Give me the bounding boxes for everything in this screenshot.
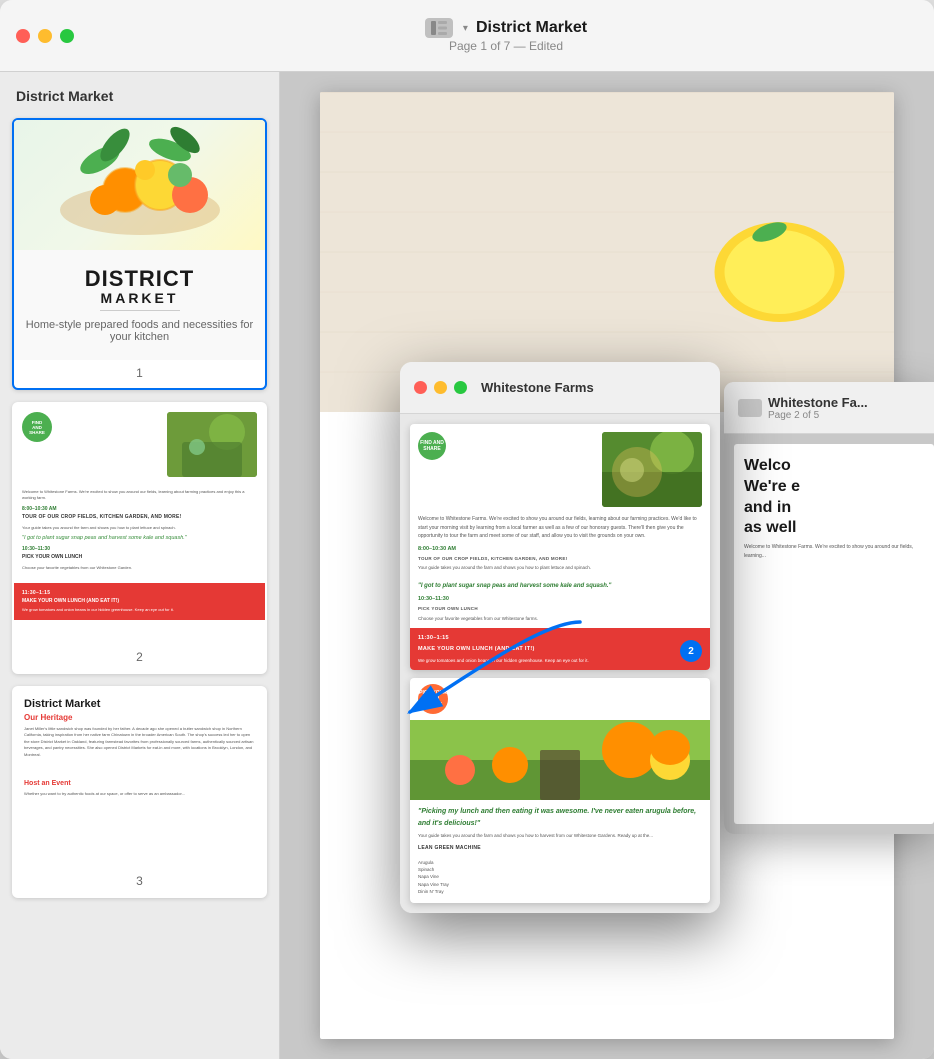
float-green-circle-icon: FIND AND SHARE [418, 432, 446, 460]
float-quote: "I got to plant sugar snap peas and harv… [410, 582, 710, 590]
page-number-3: 3 [14, 868, 265, 896]
page-number-1: 1 [14, 360, 265, 388]
sidebar-toggle-button[interactable] [425, 18, 453, 38]
floating-whitestone-window: Whitestone Farms FIND AND SHARE [400, 362, 720, 913]
floating-minimize-button[interactable] [434, 381, 447, 394]
welcome-text: WelcoWe're eand inas well [744, 456, 924, 539]
floating-close-button[interactable] [414, 381, 427, 394]
chevron-down-icon: ▾ [463, 23, 468, 34]
floating-window-title: Whitestone Farms [481, 380, 594, 395]
float-red-text: We grow tomatoes and onion beans in our … [418, 657, 702, 665]
time-label-1: TOUR OF OUR CROP FIELDS, KITCHEN GARDEN,… [22, 513, 257, 521]
float-section-2: PICK YOUR OWN LUNCH [418, 605, 702, 613]
page3-subtitle: Our Heritage [24, 713, 255, 722]
page-number-2: 2 [14, 644, 265, 672]
time-slot-1: 8:00–10:30 AM [22, 506, 257, 512]
secondary-page-content: WelcoWe're eand inas well Welcome to Whi… [734, 444, 934, 572]
secondary-title-group: Whitestone Fa... Page 2 of 5 [768, 395, 868, 421]
page-thumbnail-1[interactable]: DISTRICT MARKET Home-style prepared food… [12, 118, 267, 390]
green-circle-icon: FIND AND SHARE [22, 412, 52, 442]
window-subtitle: Page 1 of 7 — Edited [449, 39, 563, 53]
sidebar: District Market [0, 72, 280, 1059]
float-doc2-text: "Picking my lunch and then eating it was… [410, 800, 710, 845]
floating-title-bar: Whitestone Farms [400, 362, 720, 414]
window-title: District Market [476, 19, 587, 37]
market-label: MARKET [101, 291, 179, 306]
svg-text:SHARE: SHARE [29, 430, 45, 435]
float-lean-green: Lean Green Machine [410, 845, 710, 859]
thumbnail-image-3: District Market Our Heritage Janet Mille… [14, 688, 265, 868]
title-center: ▾ District Market Page 1 of 7 — Edited [94, 18, 918, 53]
float-red-time: 11:30–1:15 [418, 634, 702, 643]
maximize-button[interactable] [60, 29, 74, 43]
floating-doc-page: FIND AND SHARE Welcome to Wh [410, 424, 710, 670]
float-red-section: 11:30–1:15 MAKE YOUR OWN LUNCH (AND EAT … [410, 628, 710, 670]
title-row: ▾ District Market [425, 18, 587, 38]
floating-window-body: FIND AND SHARE Welcome to Wh [400, 414, 720, 913]
secondary-intro-text: Welcome to Whitestone Farms. We're excit… [744, 543, 924, 560]
float-red-label: MAKE YOUR OWN LUNCH (AND EAT IT!) [418, 645, 702, 654]
page-thumbnail-3[interactable]: District Market Our Heritage Janet Mille… [12, 686, 267, 898]
float-ingredients: ArugulaSpinachNapa VineNapa Vine TrayDin… [410, 859, 710, 903]
floating-window-controls [414, 381, 467, 394]
minimize-button[interactable] [38, 29, 52, 43]
float-doc-text: Welcome to Whitestone Farms. We're excit… [410, 515, 710, 578]
district-title: DISTRICT [85, 267, 194, 291]
float-time-2: 10:30–11:30 [418, 595, 702, 604]
sidebar-title: District Market [12, 88, 267, 104]
market-tagline: Home-style prepared foods and necessitie… [22, 319, 257, 343]
thumbnail-image-1: DISTRICT MARKET Home-style prepared food… [14, 120, 265, 360]
fruit-image-area [410, 720, 710, 800]
float-farm-photo [602, 432, 702, 507]
thumbnail-image-2: FIND AND SHARE [14, 404, 265, 644]
window-controls [16, 29, 74, 43]
float-section-1: TOUR OF OUR CROP FIELDS, KITCHEN GARDEN,… [418, 555, 702, 563]
float-doc-header: FIND AND SHARE [410, 424, 710, 515]
secondary-sidebar-toggle [738, 399, 762, 417]
page2-quote: "I got to plant sugar snap peas and harv… [22, 535, 257, 543]
floating-doc2: PICK YOUR OWN LUNCH [410, 678, 710, 903]
main-content-area: Whitestone Farms FIND AND SHARE [280, 72, 934, 1059]
red-section-text: We grow tomatoes and onion beans in our … [22, 607, 257, 613]
secondary-window-subtitle: Page 2 of 5 [768, 410, 868, 421]
page-thumbnail-2[interactable]: FIND AND SHARE [12, 402, 267, 674]
float-time-2-content: 10:30–11:30 PICK YOUR OWN LUNCH Choose y… [410, 595, 710, 629]
float-pick-circle: PICK YOUR OWN LUNCH [418, 684, 448, 714]
floating-maximize-button[interactable] [454, 381, 467, 394]
secondary-page: WelcoWe're eand inas well Welcome to Whi… [734, 444, 934, 824]
secondary-window-title: Whitestone Fa... [768, 395, 868, 410]
secondary-title-bar: Whitestone Fa... Page 2 of 5 [724, 382, 934, 434]
secondary-window: Whitestone Fa... Page 2 of 5 WelcoWe're … [724, 382, 934, 834]
main-window: ▾ District Market Page 1 of 7 — Edited D… [0, 0, 934, 1059]
page3-title: District Market [24, 698, 255, 710]
float-time-1: 8:00–10:30 AM [418, 545, 702, 554]
title-bar: ▾ District Market Page 1 of 7 — Edited [0, 0, 934, 72]
page3-body: Janet Miller's little sandwich shop was … [24, 726, 255, 758]
secondary-body: WelcoWe're eand inas well Welcome to Whi… [724, 434, 934, 834]
close-button[interactable] [16, 29, 30, 43]
